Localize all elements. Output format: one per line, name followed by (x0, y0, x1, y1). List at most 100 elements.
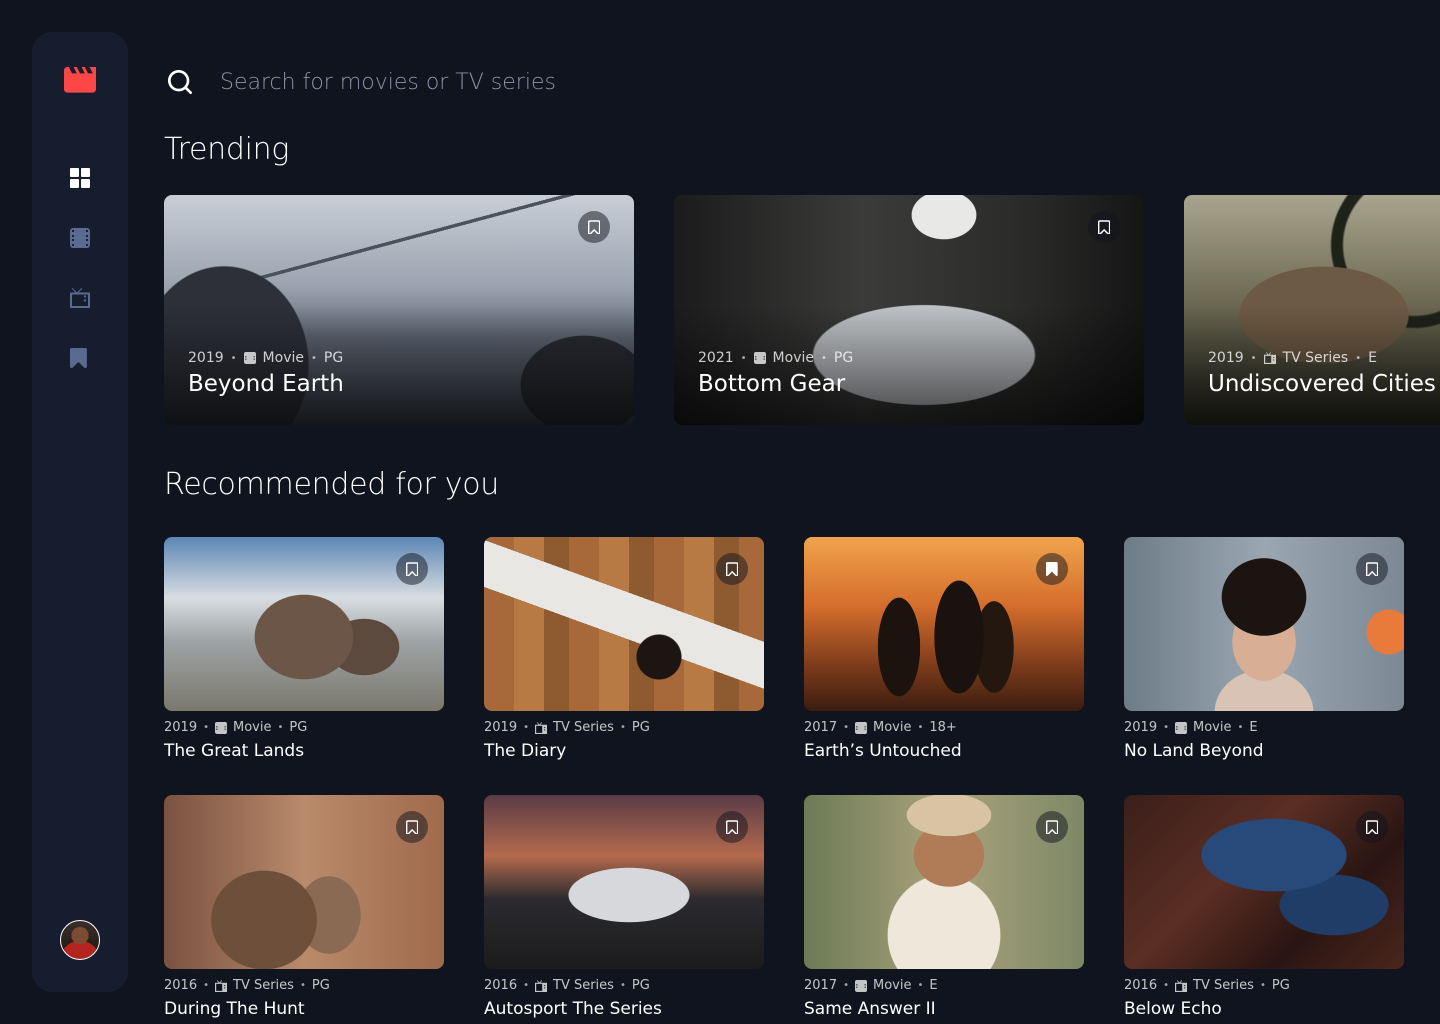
bookmark-button[interactable] (1036, 553, 1068, 585)
recommended-card[interactable]: 2017 • Movie • 18+ Earth’s Untouched (804, 537, 1084, 761)
card-category: Movie (1193, 720, 1232, 735)
separator-dot: • (310, 352, 317, 364)
bookmark-outline-icon (1046, 820, 1058, 834)
bookmark-button[interactable] (716, 811, 748, 843)
card-year: 2017 (804, 720, 838, 735)
recommended-card[interactable]: 2019 • Movie • PG The Great Lands (164, 537, 444, 761)
card-year: 2017 (804, 978, 838, 993)
card-thumbnail[interactable] (164, 537, 444, 711)
card-rating: 18+ (929, 720, 957, 735)
trending-heading: Trending (164, 132, 290, 167)
film-icon (753, 352, 766, 364)
bookmark-button[interactable] (716, 553, 748, 585)
bookmark-outline-icon (1366, 820, 1378, 834)
card-year: 2019 (484, 720, 518, 735)
recommended-card[interactable]: 2017 • Movie • E Same Answer II (804, 795, 1084, 1019)
card-category: TV Series (553, 978, 614, 993)
bookmark-icon (69, 348, 87, 368)
search-bar (164, 64, 1404, 100)
card-title: Same Answer II (804, 999, 936, 1019)
card-rating: E (929, 978, 938, 993)
separator-dot: • (917, 980, 924, 991)
recommended-card[interactable]: 2019 • TV Series • PG The Diary (484, 537, 764, 761)
grid-icon (70, 168, 90, 188)
card-category: Movie (233, 720, 272, 735)
card-title: Bottom Gear (698, 371, 846, 397)
card-rating: PG (833, 350, 854, 366)
separator-dot: • (1163, 722, 1169, 733)
card-title: Autosport The Series (484, 999, 662, 1019)
nav-bookmarks[interactable] (69, 348, 90, 368)
recommended-card[interactable]: 2016 • TV Series • PG Autosport The Seri… (484, 795, 764, 1019)
bookmark-outline-icon (726, 820, 738, 834)
nav-tv-series[interactable] (70, 288, 90, 308)
card-thumbnail[interactable] (804, 795, 1084, 969)
card-title: The Diary (484, 741, 567, 761)
card-thumbnail[interactable] (164, 795, 444, 969)
card-year: 2019 (1124, 720, 1158, 735)
card-category: TV Series (233, 978, 294, 993)
film-icon (70, 228, 90, 248)
card-title: Beyond Earth (188, 371, 344, 397)
separator-dot: • (1237, 722, 1244, 733)
separator-dot: • (1250, 352, 1257, 364)
separator-dot: • (843, 980, 849, 991)
card-meta: 2019 • TV Series • PG (484, 720, 764, 735)
card-thumbnail[interactable] (804, 537, 1084, 711)
card-category: Movie (262, 350, 304, 366)
tv-icon (535, 979, 547, 992)
bookmark-button[interactable] (1088, 211, 1120, 243)
bookmark-outline-icon (1098, 220, 1110, 234)
separator-dot: • (230, 352, 237, 364)
bookmark-button[interactable] (396, 553, 428, 585)
bookmark-button[interactable] (1356, 811, 1388, 843)
card-thumbnail[interactable] (1124, 537, 1404, 711)
bookmark-outline-icon (726, 562, 738, 576)
recommended-card[interactable]: 2016 • TV Series • PG During The Hunt (164, 795, 444, 1019)
bookmark-button[interactable] (578, 211, 610, 243)
separator-dot: • (1163, 980, 1169, 991)
clapperboard-logo-icon[interactable] (64, 67, 96, 93)
separator-dot: • (917, 722, 924, 733)
film-icon (215, 721, 227, 734)
tv-icon (215, 979, 227, 992)
card-year: 2016 (484, 978, 518, 993)
search-icon (168, 70, 193, 95)
sidebar (32, 32, 128, 992)
card-rating: E (1368, 350, 1377, 366)
search-input[interactable] (220, 64, 1220, 100)
film-icon (1175, 721, 1187, 734)
user-avatar[interactable] (60, 920, 100, 960)
card-rating: PG (289, 720, 308, 735)
separator-dot: • (523, 722, 529, 733)
card-title: During The Hunt (164, 999, 305, 1019)
separator-dot: • (1259, 980, 1266, 991)
film-icon (855, 721, 867, 734)
separator-dot: • (619, 980, 626, 991)
card-thumbnail[interactable] (1124, 795, 1404, 969)
nav-movies[interactable] (70, 228, 90, 248)
card-meta: 2016 • TV Series • PG (164, 978, 444, 993)
recommended-card[interactable]: 2016 • TV Series • PG Below Echo (1124, 795, 1404, 1019)
recommended-card[interactable]: 2019 • Movie • E No Land Beyond (1124, 537, 1404, 761)
nav-home[interactable] (70, 168, 90, 188)
card-year: 2019 (1208, 350, 1244, 366)
trending-card[interactable]: 2021 • Movie • PG Bottom Gear (674, 195, 1144, 425)
card-rating: PG (311, 978, 330, 993)
card-title: Undiscovered Cities (1208, 371, 1436, 397)
bookmark-outline-icon (406, 820, 418, 834)
bookmark-button[interactable] (1036, 811, 1068, 843)
bookmark-outline-icon (1366, 562, 1378, 576)
trending-card[interactable]: 2019 • Movie • PG Beyond Earth (164, 195, 634, 425)
bookmark-button[interactable] (1356, 553, 1388, 585)
bookmark-filled-icon (1046, 562, 1058, 576)
card-year: 2019 (188, 350, 224, 366)
card-category: TV Series (1193, 978, 1254, 993)
card-thumbnail[interactable] (484, 795, 764, 969)
bookmark-button[interactable] (396, 811, 428, 843)
separator-dot: • (843, 722, 849, 733)
separator-dot: • (277, 722, 284, 733)
trending-card[interactable]: 2019 • TV Series • E Undiscovered Cities (1184, 195, 1440, 425)
trending-carousel[interactable]: 2019 • Movie • PG Beyond Earth 2021 • Mo… (164, 195, 1440, 425)
card-thumbnail[interactable] (484, 537, 764, 711)
